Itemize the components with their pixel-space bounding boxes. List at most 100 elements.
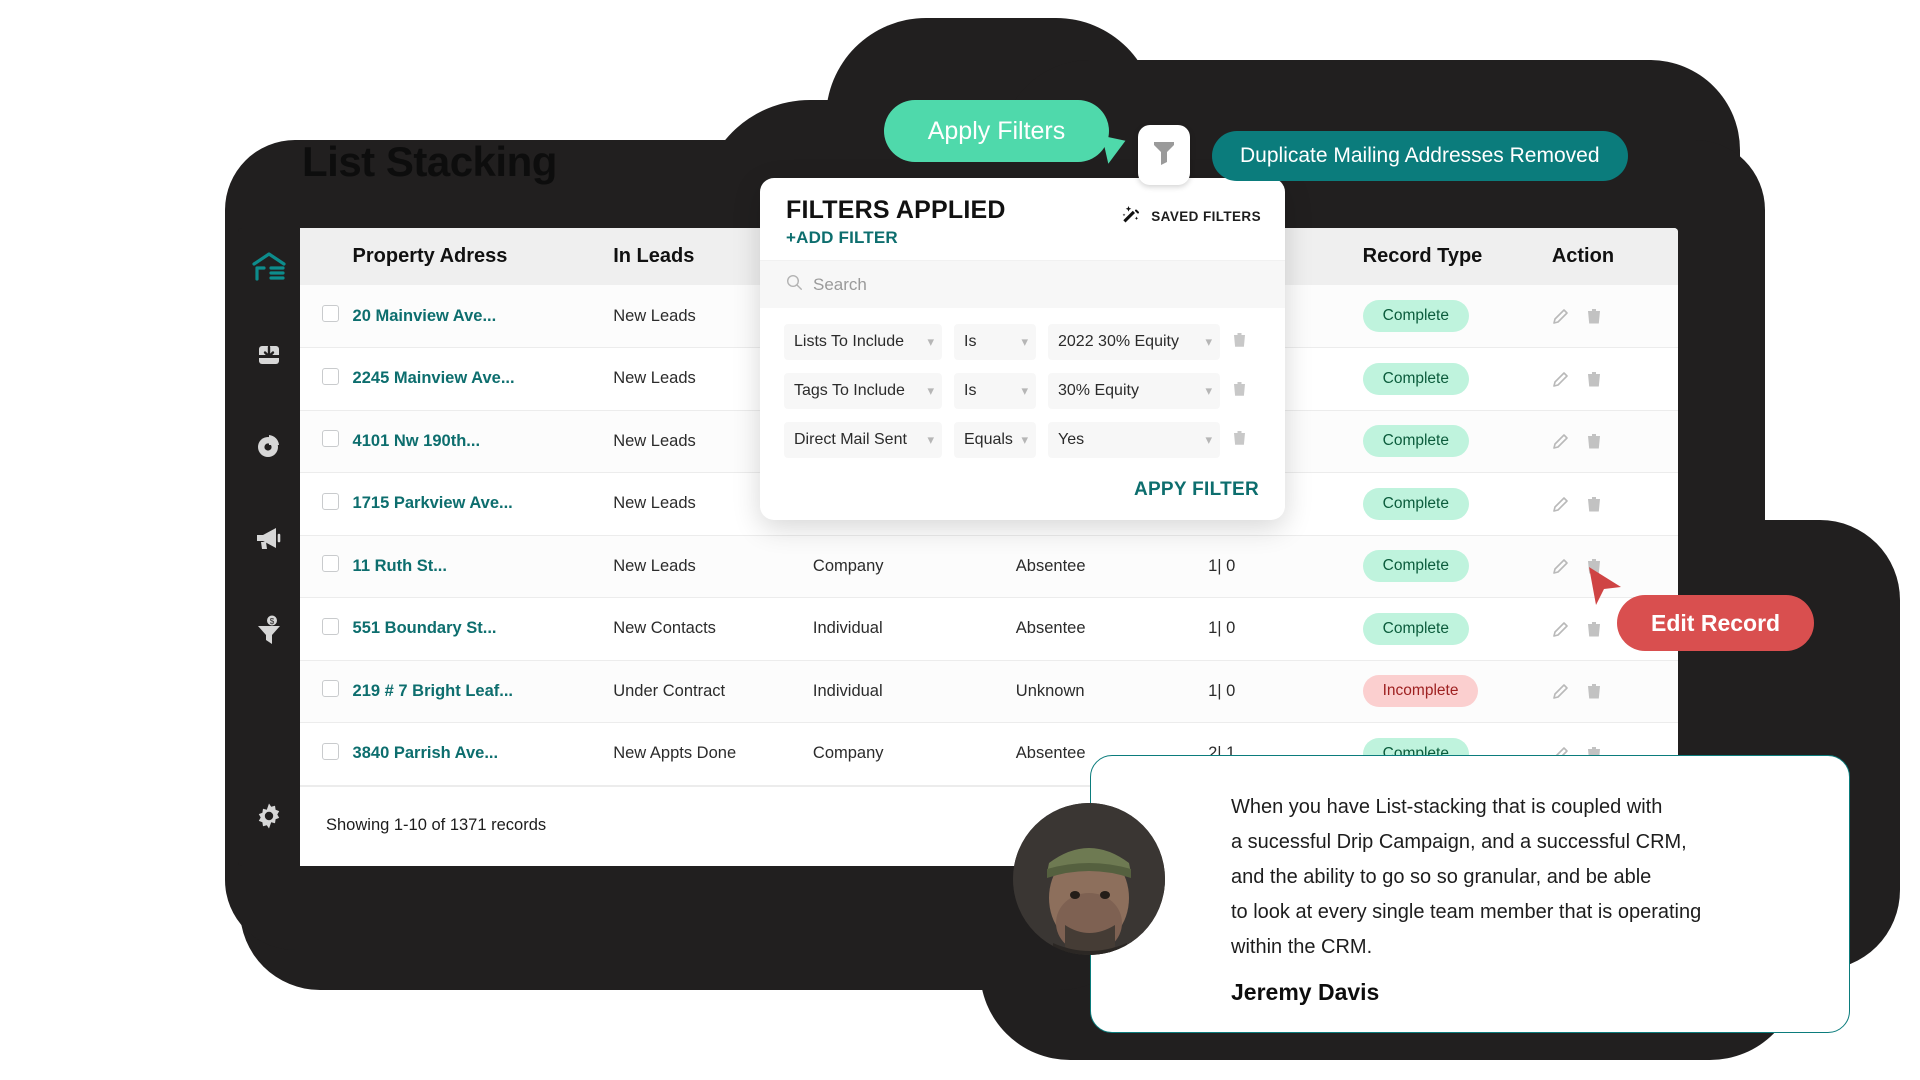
filter-toggle-button[interactable] bbox=[1138, 125, 1190, 185]
cell-action[interactable] bbox=[1551, 472, 1678, 536]
pencil-icon[interactable] bbox=[1552, 557, 1570, 575]
edit-record-tooltip[interactable]: Edit Record bbox=[1617, 595, 1815, 651]
table-row[interactable]: 219 # 7 Bright Leaf... Under Contract Indi… bbox=[300, 660, 1678, 723]
th-address[interactable]: Property Adress bbox=[352, 228, 614, 285]
row-checkbox-cell[interactable] bbox=[300, 722, 353, 786]
address-link[interactable]: 11 Ruth St... bbox=[353, 557, 447, 575]
th-action[interactable]: Action bbox=[1551, 228, 1678, 285]
filter-field-select[interactable]: Lists To Include ▾ bbox=[784, 324, 942, 360]
th-select[interactable] bbox=[300, 228, 353, 285]
screenshot-root: List Stacking $ Property Adress In Leads… bbox=[0, 0, 1920, 1080]
checkbox-icon[interactable] bbox=[322, 430, 339, 448]
apply-filter-link[interactable]: APPY FILTER bbox=[760, 471, 1285, 501]
trash-icon[interactable] bbox=[1232, 380, 1247, 402]
checkbox-icon[interactable] bbox=[322, 367, 339, 385]
sidebar-item-analytics[interactable] bbox=[247, 424, 291, 468]
filter-value-select[interactable]: Yes ▾ bbox=[1048, 422, 1220, 458]
pencil-icon[interactable] bbox=[1552, 307, 1570, 325]
cell-address[interactable]: 219 # 7 Bright Leaf... bbox=[352, 660, 614, 723]
row-checkbox-cell[interactable] bbox=[300, 347, 353, 411]
row-checkbox-cell[interactable] bbox=[300, 472, 353, 536]
checkbox-icon[interactable] bbox=[322, 492, 339, 510]
address-link[interactable]: 2245 Mainview Ave... bbox=[353, 369, 515, 387]
sidebar-item-settings[interactable] bbox=[247, 794, 291, 838]
th-record-type[interactable]: Record Type bbox=[1362, 228, 1552, 285]
cell-action[interactable] bbox=[1551, 660, 1678, 723]
checkbox-icon[interactable] bbox=[322, 617, 339, 635]
trash-icon[interactable] bbox=[1586, 307, 1602, 325]
sidebar-item-import[interactable] bbox=[247, 332, 291, 376]
chevron-down-icon: ▾ bbox=[1205, 383, 1212, 398]
cell-address[interactable]: 3840 Parrish Ave... bbox=[352, 722, 614, 786]
trash-icon[interactable] bbox=[1586, 432, 1602, 450]
cell-address[interactable]: 1715 Parkview Ave... bbox=[352, 472, 614, 536]
filter-operator-select[interactable]: Is ▾ bbox=[954, 373, 1036, 409]
checkbox-icon[interactable] bbox=[322, 680, 339, 698]
cell-address[interactable]: 4101 Nw 190th... bbox=[352, 410, 614, 473]
sidebar-item-deals[interactable]: $ bbox=[247, 608, 291, 652]
table-row[interactable]: 551 Boundary St... New Contacts Individual… bbox=[300, 597, 1678, 661]
filter-value-select[interactable]: 2022 30% Equity ▾ bbox=[1048, 324, 1220, 360]
cell-action[interactable] bbox=[1551, 285, 1678, 348]
filter-search-input[interactable]: Search bbox=[813, 275, 867, 295]
sidebar-item-campaigns[interactable] bbox=[247, 516, 291, 560]
row-checkbox-cell[interactable] bbox=[300, 597, 353, 661]
row-checkbox-cell[interactable] bbox=[300, 535, 353, 598]
trash-icon[interactable] bbox=[1232, 331, 1247, 353]
address-link[interactable]: 20 Mainview Ave... bbox=[353, 307, 497, 325]
pencil-icon[interactable] bbox=[1552, 432, 1570, 450]
checkbox-icon[interactable] bbox=[322, 742, 339, 760]
cell-address[interactable]: 11 Ruth St... bbox=[352, 535, 614, 598]
trash-icon[interactable] bbox=[1586, 495, 1602, 513]
trash-icon[interactable] bbox=[1586, 682, 1602, 700]
cell-address[interactable]: 551 Boundary St... bbox=[352, 597, 614, 661]
address-link[interactable]: 219 # 7 Bright Leaf... bbox=[353, 682, 513, 700]
cell-action[interactable] bbox=[1551, 347, 1678, 411]
row-checkbox-cell[interactable] bbox=[300, 660, 353, 723]
cell-address[interactable]: 2245 Mainview Ave... bbox=[352, 347, 614, 411]
pencil-icon[interactable] bbox=[1552, 682, 1570, 700]
magic-wand-icon bbox=[1120, 204, 1142, 229]
cell-action[interactable] bbox=[1551, 410, 1678, 473]
cell-record-type: Complete bbox=[1362, 472, 1552, 536]
saved-filters-button[interactable]: SAVED FILTERS bbox=[1120, 204, 1261, 229]
filter-field-select[interactable]: Direct Mail Sent ▾ bbox=[784, 422, 942, 458]
cell-record-type: Complete bbox=[1362, 285, 1552, 348]
filter-operator-label: Is bbox=[964, 382, 977, 399]
cell-record-type: Complete bbox=[1362, 597, 1552, 661]
checkbox-icon[interactable] bbox=[322, 555, 339, 573]
duplicate-removed-badge[interactable]: Duplicate Mailing Addresses Removed bbox=[1212, 131, 1628, 181]
quote-line: to look at every single team member that… bbox=[1231, 901, 1702, 923]
table-row[interactable]: 11 Ruth St... New Leads Company Absentee 1| … bbox=[300, 535, 1678, 598]
funnel-icon bbox=[1152, 139, 1176, 172]
row-checkbox-cell[interactable] bbox=[300, 285, 353, 348]
pencil-icon[interactable] bbox=[1552, 620, 1570, 638]
cell-address[interactable]: 20 Mainview Ave... bbox=[352, 285, 614, 348]
filter-operator-label: Is bbox=[964, 333, 977, 350]
saved-filters-label: SAVED FILTERS bbox=[1151, 209, 1261, 224]
donut-chart-icon bbox=[255, 432, 283, 460]
trash-icon[interactable] bbox=[1232, 429, 1247, 451]
checkbox-icon[interactable] bbox=[322, 305, 339, 322]
trash-icon[interactable] bbox=[1586, 620, 1602, 638]
row-checkbox-cell[interactable] bbox=[300, 410, 353, 473]
filter-field-select[interactable]: Tags To Include ▾ bbox=[784, 373, 942, 409]
cell-tags: 1| 0 bbox=[1208, 597, 1363, 661]
address-link[interactable]: 551 Boundary St... bbox=[353, 619, 497, 637]
address-link[interactable]: 4101 Nw 190th... bbox=[353, 432, 480, 450]
chevron-down-icon: ▾ bbox=[927, 383, 934, 398]
filter-operator-select[interactable]: Is ▾ bbox=[954, 324, 1036, 360]
filter-operator-select[interactable]: Equals ▾ bbox=[954, 422, 1036, 458]
address-link[interactable]: 3840 Parrish Ave... bbox=[353, 744, 499, 762]
pencil-icon[interactable] bbox=[1552, 495, 1570, 513]
add-filter-button[interactable]: +ADD FILTER bbox=[786, 228, 1259, 248]
apply-filters-button[interactable]: Apply Filters bbox=[884, 100, 1109, 162]
pencil-icon[interactable] bbox=[1552, 370, 1570, 388]
status-badge: Complete bbox=[1362, 612, 1469, 645]
filter-value-label: Yes bbox=[1058, 431, 1085, 448]
trash-icon[interactable] bbox=[1586, 370, 1602, 388]
sidebar-item-home[interactable] bbox=[247, 244, 291, 288]
address-link[interactable]: 1715 Parkview Ave... bbox=[353, 494, 513, 512]
filter-value-select[interactable]: 30% Equity ▾ bbox=[1048, 373, 1220, 409]
filter-search-row[interactable]: Search bbox=[760, 260, 1285, 308]
